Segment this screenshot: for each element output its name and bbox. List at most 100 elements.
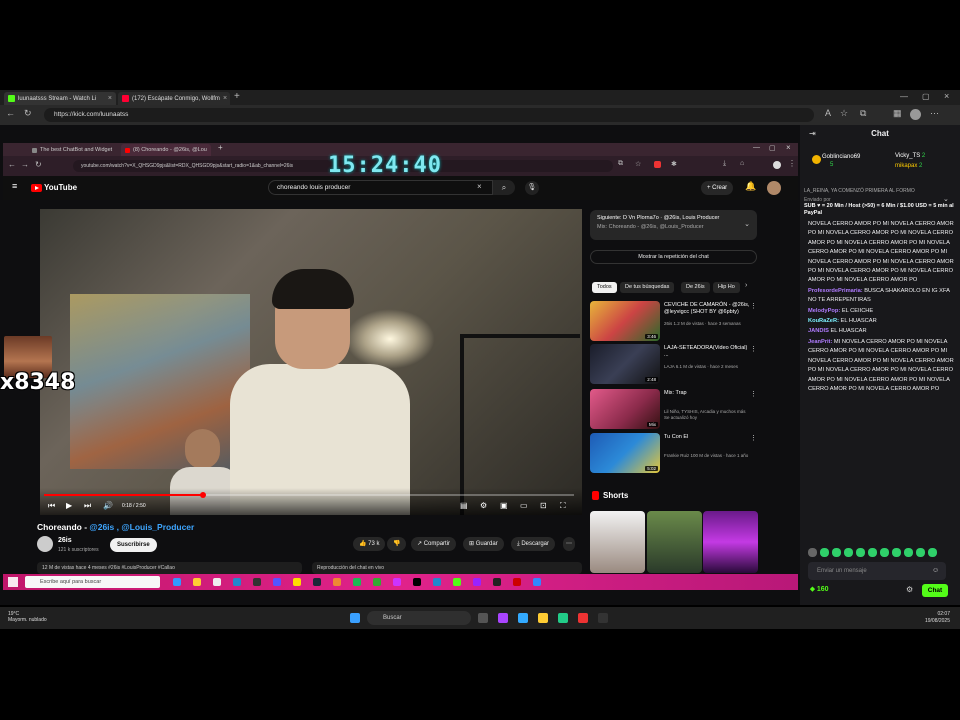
- up-next-panel[interactable]: Siguiente: D Vn Plorna7o · @26is, Louis …: [590, 210, 757, 240]
- emote-icon[interactable]: [832, 548, 841, 557]
- minimize-icon[interactable]: —: [753, 144, 760, 151]
- rec-mix[interactable]: Mix Mix: Trap Lil Niño, TYSHIS, Arcadia …: [590, 389, 757, 429]
- miniplayer-icon[interactable]: ▣: [500, 501, 508, 510]
- emote-icon[interactable]: [844, 548, 853, 557]
- create-button[interactable]: + Crear: [701, 181, 734, 195]
- profile-avatar[interactable]: [910, 109, 921, 120]
- chat-input[interactable]: Enviar un mensaje: [808, 562, 946, 580]
- inner-tab-youtube[interactable]: (8) Choreando - @26is, @Lou: [121, 144, 211, 156]
- discord-icon[interactable]: [273, 578, 281, 586]
- video-progress-bar[interactable]: [44, 492, 574, 498]
- maximize-icon[interactable]: ▢: [922, 92, 930, 101]
- short-thumbnail[interactable]: [703, 511, 758, 573]
- refresh-icon[interactable]: ↻: [35, 160, 42, 169]
- short-thumbnail[interactable]: [590, 511, 645, 573]
- search-button[interactable]: ⌕: [493, 180, 515, 195]
- chip-from-channel[interactable]: De 26is: [681, 282, 710, 293]
- chat-username[interactable]: ProfesordePrimaria:: [808, 288, 863, 294]
- chrome-icon[interactable]: [293, 578, 301, 586]
- windows-start-icon[interactable]: [350, 613, 360, 623]
- app-icon[interactable]: [253, 578, 261, 586]
- chat-username[interactable]: JANDIS: [808, 328, 829, 334]
- channel-avatar[interactable]: [37, 536, 53, 552]
- share-button[interactable]: ↗ Compartir: [411, 537, 457, 551]
- download-button[interactable]: ⤓ Descargar: [511, 537, 556, 551]
- forward-icon[interactable]: →: [21, 160, 29, 169]
- chat-username[interactable]: MelodyPop:: [808, 308, 840, 314]
- next-icon[interactable]: ⏭: [84, 501, 91, 511]
- more-icon[interactable]: ⋮: [750, 434, 757, 442]
- chevron-down-icon[interactable]: ⌄: [744, 220, 750, 228]
- app-icon[interactable]: [533, 578, 541, 586]
- extensions-icon[interactable]: ⧉: [618, 160, 623, 168]
- url-field[interactable]: https://kick.com/luunaatss: [44, 108, 814, 122]
- inner-tab-chatbot[interactable]: The best ChatBot and Widget: [28, 144, 118, 156]
- app-icon[interactable]: [493, 578, 501, 586]
- favorite-icon[interactable]: ☆: [635, 160, 641, 168]
- windows-start-icon[interactable]: [8, 577, 18, 587]
- rec-video[interactable]: 5:02 Tu Con El Frankie Ruiz 100 M de vis…: [590, 433, 757, 473]
- emote-icon[interactable]: [868, 548, 877, 557]
- system-clock[interactable]: 02:07 19/08/2025: [925, 611, 950, 624]
- app-icon[interactable]: [393, 578, 401, 586]
- close-window-icon[interactable]: ×: [944, 91, 949, 101]
- outer-tab-kick[interactable]: luunaatsss Stream - Watch Li ×: [4, 92, 116, 105]
- kick-icon[interactable]: [453, 578, 461, 586]
- mic-icon[interactable]: 🎙: [525, 181, 539, 195]
- tiktok-icon[interactable]: [413, 578, 421, 586]
- obs-icon[interactable]: [598, 613, 608, 623]
- menu-icon[interactable]: ⋯: [930, 108, 939, 119]
- inner-taskbar-search[interactable]: Escribe aquí para buscar: [25, 576, 160, 588]
- refresh-icon[interactable]: ↻: [24, 108, 32, 119]
- read-aloud-icon[interactable]: A: [825, 108, 831, 118]
- extension-icon[interactable]: [654, 161, 661, 168]
- more-icon[interactable]: ⋮: [750, 390, 757, 398]
- app-icon[interactable]: [498, 613, 508, 623]
- show-chat-replay-button[interactable]: Mostrar la repetición del chat: [590, 250, 757, 264]
- emote-icon[interactable]: [880, 548, 889, 557]
- emote-icon[interactable]: [928, 548, 937, 557]
- chip-from-searches[interactable]: De tus búsquedas: [620, 282, 675, 293]
- bell-icon[interactable]: 🔔: [745, 181, 756, 192]
- puzzle-icon[interactable]: ✱: [671, 160, 677, 168]
- home-icon[interactable]: ⌂: [740, 160, 744, 167]
- close-icon[interactable]: ×: [786, 143, 791, 152]
- emote-icon[interactable]: [904, 548, 913, 557]
- save-button[interactable]: ⊞ Guardar: [463, 537, 504, 551]
- points-counter[interactable]: ⬥ 160: [810, 586, 829, 594]
- chevron-down-icon[interactable]: ⌄: [943, 195, 949, 203]
- maximize-icon[interactable]: ▢: [769, 144, 776, 152]
- more-icon[interactable]: ⋮: [750, 302, 757, 310]
- short-thumbnail[interactable]: [647, 511, 702, 573]
- clear-search-icon[interactable]: ×: [477, 182, 482, 191]
- chat-replay-header[interactable]: Reproducción del chat en vivo: [312, 562, 582, 574]
- gear-icon[interactable]: ⚙: [906, 585, 913, 594]
- video-description[interactable]: 12 M de vistas hace 4 meses #26is #Louis…: [37, 562, 302, 574]
- dislike-button[interactable]: 👎: [387, 537, 407, 551]
- taskview-icon[interactable]: [478, 613, 488, 623]
- back-icon[interactable]: ←: [8, 160, 16, 169]
- subscribe-button[interactable]: Suscribirse: [110, 538, 157, 552]
- chip-hiphop[interactable]: Hip Ho: [713, 282, 740, 293]
- menu-icon[interactable]: ⋮: [788, 159, 796, 168]
- cast-icon[interactable]: ⊡: [540, 501, 547, 510]
- more-actions-button[interactable]: ⋯: [563, 537, 575, 551]
- taskbar-search[interactable]: Buscar: [367, 611, 471, 625]
- emoji-icon[interactable]: ☺: [932, 567, 939, 574]
- close-icon[interactable]: ×: [223, 95, 227, 102]
- emote-icon[interactable]: [916, 548, 925, 557]
- emote-icon[interactable]: [808, 548, 817, 557]
- rec-video[interactable]: 3:46 CEVICHE DE CAMARÓN - @26is, @leyvig…: [590, 301, 757, 341]
- subtitles-icon[interactable]: ▤: [460, 501, 468, 510]
- app-icon[interactable]: [578, 613, 588, 623]
- hamburger-icon[interactable]: ≡: [12, 181, 17, 191]
- gifter-1[interactable]: Goblinciano69: [822, 154, 860, 160]
- settings-icon[interactable]: ⚙: [480, 501, 487, 510]
- theater-icon[interactable]: ▭: [520, 501, 528, 510]
- new-tab-button[interactable]: +: [234, 91, 240, 102]
- explorer-icon[interactable]: [538, 613, 548, 623]
- obs-icon[interactable]: [513, 578, 521, 586]
- play-icon[interactable]: ▶: [66, 501, 72, 510]
- outer-tab-youtube[interactable]: (172) Escápate Conmigo, Wollfm ×: [118, 92, 230, 105]
- spotify-icon[interactable]: [353, 578, 361, 586]
